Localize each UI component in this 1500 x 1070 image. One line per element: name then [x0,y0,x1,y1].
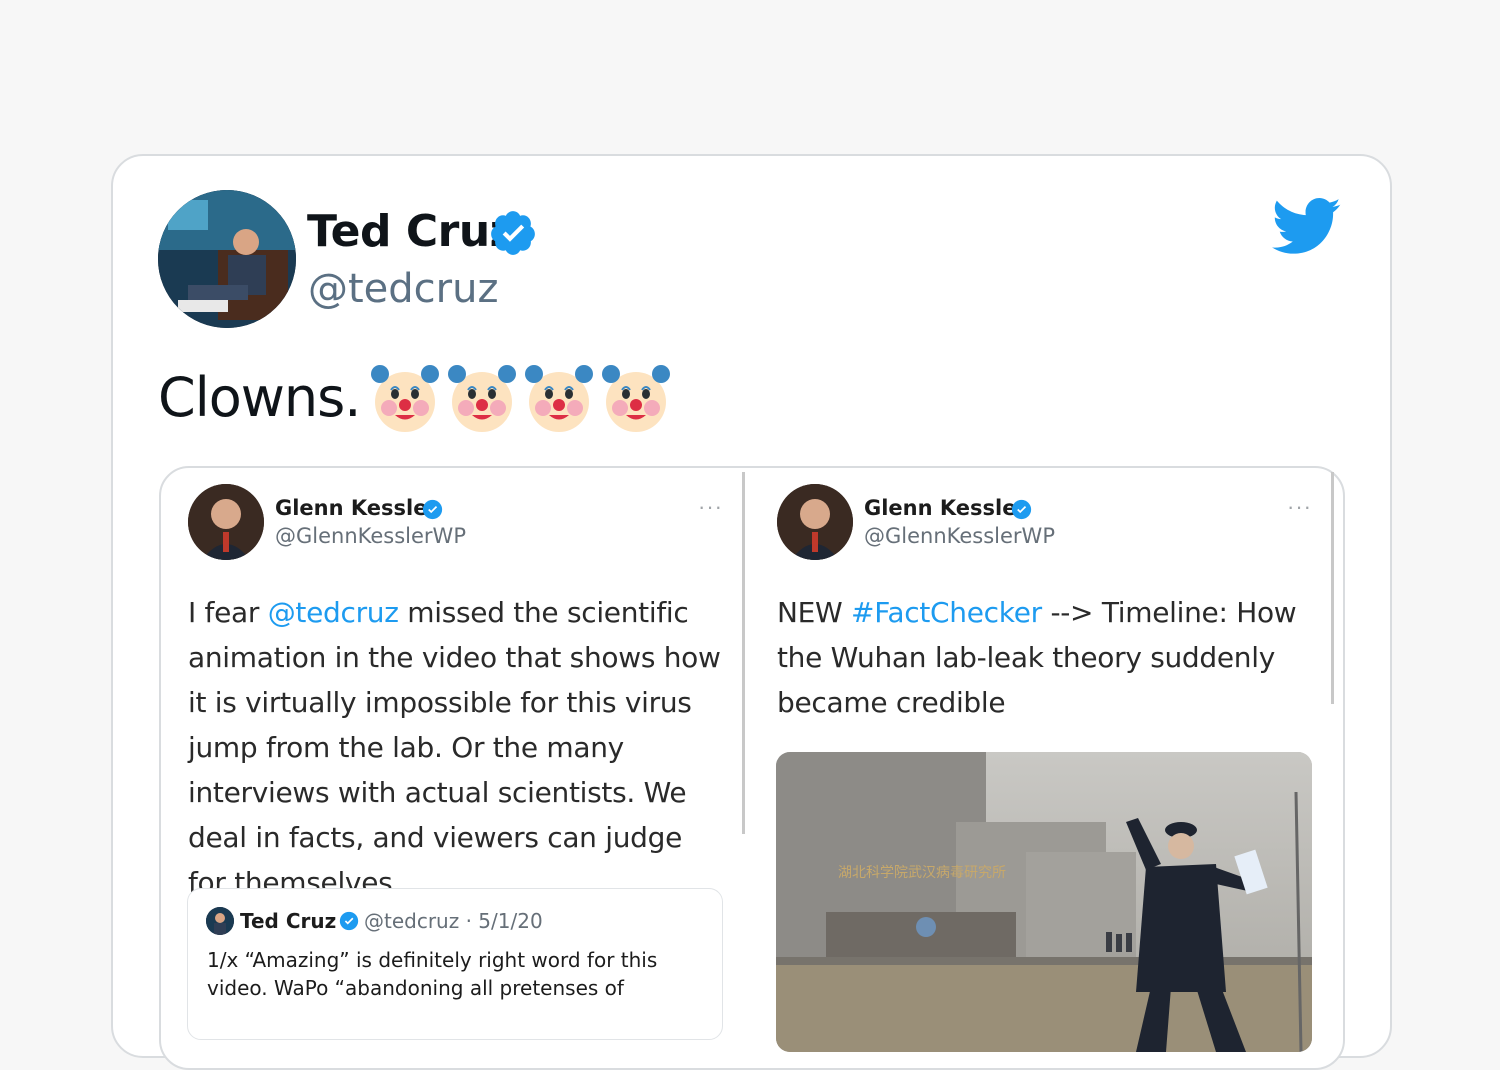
verified-badge-icon [491,211,535,255]
twitter-bird-icon[interactable] [1272,198,1342,256]
embedded-author-name: Glenn Kessler [275,496,438,520]
mention-link[interactable]: @tedcruz [268,596,399,629]
hashtag-link[interactable]: #FactChecker [851,596,1042,629]
author-avatar[interactable] [158,190,296,328]
embedded-author-handle: @GlennKesslerWP [275,524,466,548]
more-options-icon[interactable]: ··· [1287,494,1312,520]
quoted-avatar [206,907,234,935]
embedded-author-name: Glenn Kessler [864,496,1027,520]
embedded-tweet-text: NEW #FactChecker --> Timeline: How the W… [777,596,1297,719]
article-photo[interactable]: 湖北科学院武汉病毒研究所 [776,752,1312,1052]
clown-face-icon [448,365,516,432]
tweet-text: Clowns. [158,366,361,429]
embedded-avatar-left [188,484,264,560]
embedded-avatar-right [777,484,853,560]
building-sign: 湖北科学院武汉病毒研究所 [838,865,1006,881]
embedded-author-handle: @GlennKesslerWP [864,524,1055,548]
embedded-tweet-text: I fear @tedcruz missed the scientific an… [188,596,721,899]
verified-badge-icon [339,911,359,931]
author-name[interactable]: Ted Cruz [307,206,515,257]
clown-face-icon [602,365,670,432]
quoted-author-name: Ted Cruz [240,909,337,933]
quoted-tweet-text: 1/x “Amazing” is definitely right word f… [207,948,658,1000]
verified-badge-icon [422,499,443,520]
clown-face-icon [525,365,593,432]
clown-face-icon [371,365,439,432]
more-options-icon[interactable]: ··· [698,494,723,520]
verified-badge-icon [1011,499,1032,520]
scrollbar [742,472,745,834]
quoted-author-handle: @tedcruz · 5/1/20 [364,909,543,933]
author-handle[interactable]: @tedcruz [308,266,498,312]
scrollbar [1331,472,1334,704]
